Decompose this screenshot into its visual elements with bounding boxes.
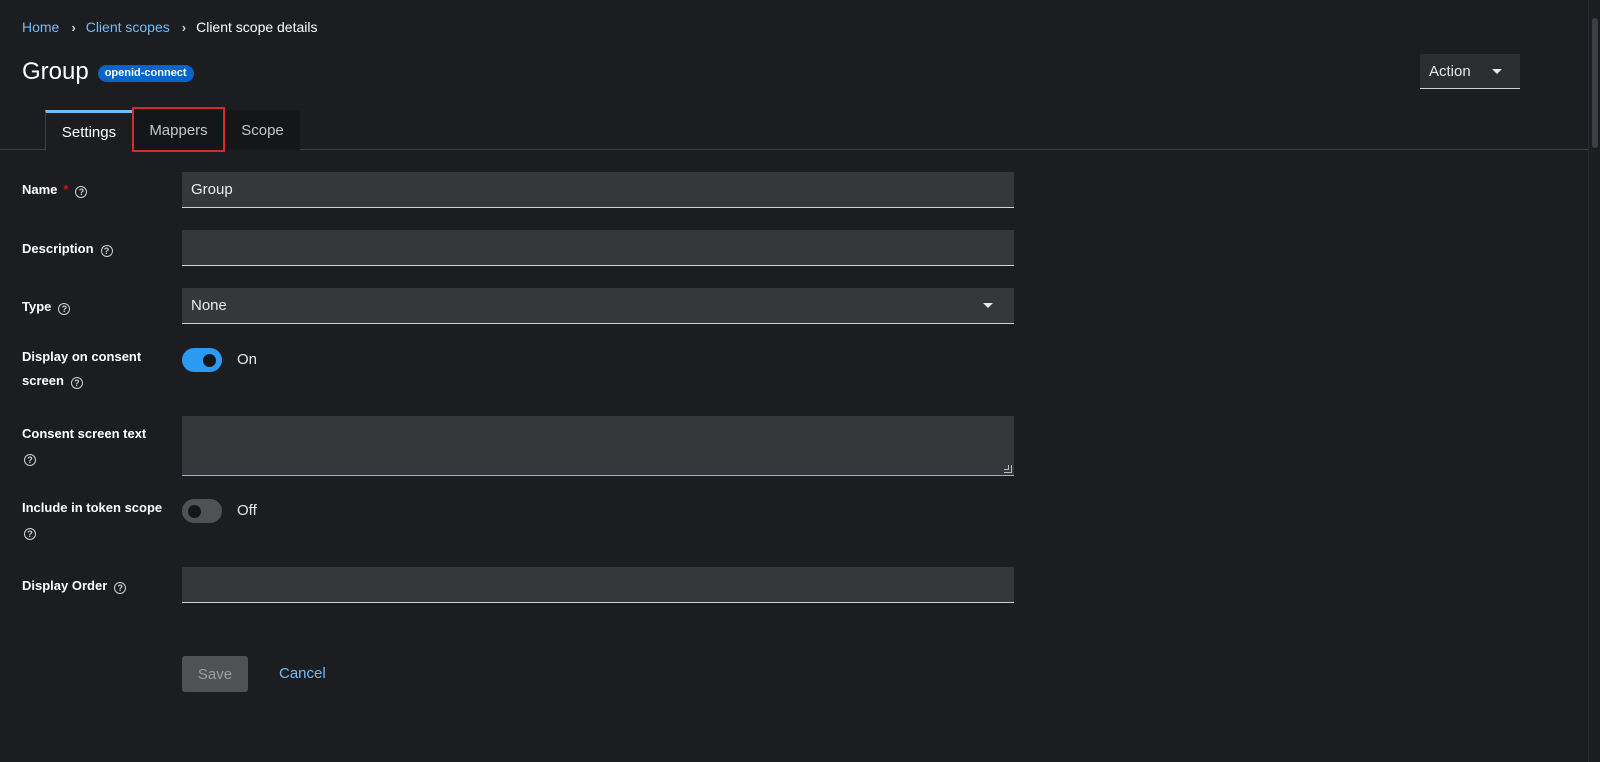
include-token-state: Off	[237, 502, 257, 519]
include-token-label-text: Include in token scope	[22, 500, 163, 515]
tab-scope[interactable]: Scope	[225, 110, 300, 150]
display-order-label: Display Order?	[22, 574, 127, 598]
breadcrumb: Home › Client scopes › Client scope deta…	[22, 18, 318, 36]
breadcrumb-current: Client scope details	[196, 19, 318, 35]
type-select-value: None	[191, 297, 227, 314]
tab-settings[interactable]: Settings	[45, 110, 133, 151]
display-consent-state: On	[237, 351, 258, 368]
protocol-badge: openid-connect	[97, 64, 194, 82]
switch-knob	[188, 505, 201, 518]
page-title: Group	[22, 58, 89, 85]
question-circle-icon[interactable]: ?	[58, 303, 71, 315]
resize-handle-icon[interactable]	[1004, 465, 1012, 473]
chevron-right-icon: ›	[71, 19, 76, 35]
cancel-button[interactable]: Cancel	[279, 664, 326, 684]
name-label: Name *?	[22, 178, 88, 202]
question-circle-icon[interactable]: ?	[24, 454, 36, 466]
type-label-text: Type	[22, 299, 52, 314]
switch-knob	[203, 354, 216, 367]
tab-mappers[interactable]: Mappers	[132, 110, 225, 150]
display-order-input[interactable]	[182, 567, 1014, 603]
caret-down-icon	[1492, 68, 1502, 74]
chevron-right-icon: ›	[181, 19, 187, 35]
description-label: Description?	[22, 237, 113, 261]
question-circle-icon[interactable]: ?	[114, 582, 127, 594]
breadcrumb-client-scopes[interactable]: Client scopes	[86, 19, 170, 35]
type-select[interactable]: None	[182, 288, 1014, 324]
description-input[interactable]	[182, 230, 1014, 266]
display-consent-switch[interactable]	[182, 348, 222, 372]
scrollbar-thumb[interactable]	[1592, 18, 1598, 148]
display-order-label-text: Display Order	[22, 578, 108, 593]
name-label-text: Name	[22, 182, 58, 197]
name-input-value: Group	[191, 181, 233, 198]
description-label-text: Description	[22, 241, 94, 256]
tab-label: Scope	[241, 121, 284, 139]
display-consent-label: Display on consent screen?	[22, 345, 141, 393]
consent-text-label: Consent screen text ?	[22, 422, 146, 470]
question-circle-icon[interactable]: ?	[24, 528, 36, 540]
page: Home › Client scopes › Client scope deta…	[0, 0, 1600, 762]
display-consent-label-line1: Display on consent	[22, 349, 142, 364]
include-token-label: Include in token scope ?	[22, 496, 162, 544]
action-dropdown[interactable]: Action	[1420, 54, 1520, 89]
save-button[interactable]: Save	[182, 656, 248, 692]
name-input[interactable]: Group	[182, 172, 1014, 208]
question-circle-icon[interactable]: ?	[100, 245, 113, 257]
consent-text-textarea[interactable]	[182, 416, 1014, 476]
tab-label: Settings	[61, 123, 117, 141]
required-marker: *	[63, 182, 69, 197]
tab-bar: Mappers Scope Settings	[0, 110, 1588, 151]
tab-label: Mappers	[149, 121, 208, 139]
question-circle-icon[interactable]: ?	[75, 186, 88, 198]
caret-down-icon	[983, 303, 993, 308]
action-label: Action	[1429, 62, 1471, 80]
breadcrumb-home[interactable]: Home	[22, 19, 59, 35]
type-label: Type?	[22, 295, 71, 319]
page-header: Group openid-connect	[22, 56, 194, 88]
question-circle-icon[interactable]: ?	[70, 377, 83, 389]
consent-text-label-text: Consent screen text	[22, 426, 147, 441]
include-token-switch[interactable]	[182, 499, 222, 523]
display-consent-label-line2: screen	[22, 373, 64, 388]
vertical-scrollbar[interactable]	[1588, 0, 1600, 762]
